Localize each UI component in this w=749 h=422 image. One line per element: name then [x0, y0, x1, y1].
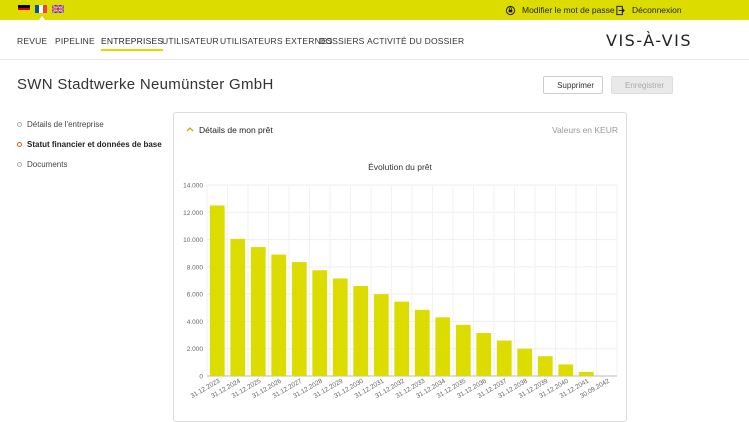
chart-bar	[271, 255, 286, 376]
password-reset-icon	[505, 5, 516, 16]
y-tick-label: 0	[199, 374, 203, 381]
chart-bar	[497, 341, 512, 376]
sidebar-item-documents[interactable]: Documents	[17, 154, 167, 174]
chart-bar	[476, 333, 491, 376]
logout-icon	[615, 5, 626, 16]
save-label: Enregistrer	[625, 81, 664, 90]
french-flag-icon[interactable]	[35, 5, 47, 13]
delete-button[interactable]: Supprimer	[543, 76, 603, 94]
y-tick-label: 12.000	[183, 210, 203, 217]
bullet-icon	[17, 122, 22, 127]
chart-bar	[415, 310, 430, 376]
chart-bar	[333, 278, 348, 376]
nav-item-dossiers[interactable]: DOSSIERS	[319, 36, 365, 46]
english-flag-icon[interactable]	[52, 5, 64, 13]
nav-item-utilisateurs-externes[interactable]: UTILISATEURS EXTERNES	[220, 36, 333, 46]
change-password-label: Modifier le mot de passe	[522, 5, 615, 15]
nav-item-activite-du-dossier[interactable]: ACTIVITÉ DU DOSSIER	[367, 36, 464, 46]
loan-details-panel: Détails de mon prêt Valeurs en KEUR Évol…	[173, 112, 627, 422]
chart-title: Évolution du prêt	[174, 162, 626, 172]
change-password-link[interactable]: Modifier le mot de passe	[505, 4, 615, 16]
chart-bar	[517, 349, 532, 376]
panel-title: Détails de mon prêt	[199, 125, 273, 135]
chart-bar	[353, 286, 368, 376]
chart-bar	[538, 356, 553, 376]
bullet-icon	[17, 162, 22, 167]
sidebar-item-label: Documents	[27, 160, 67, 169]
y-tick-label: 2.000	[187, 346, 204, 353]
chart-bar	[251, 247, 266, 376]
chart-bar	[558, 364, 573, 376]
panel-header[interactable]: Détails de mon prêt Valeurs en KEUR	[174, 113, 626, 147]
page-title: SWN Stadtwerke Neumünster GmbH	[17, 76, 274, 93]
chart-bar	[456, 325, 471, 376]
chart-bar	[435, 317, 450, 376]
loan-evolution-chart: 02.0004.0006.0008.00010.00012.00014.0003…	[174, 173, 626, 421]
german-flag-icon[interactable]	[18, 5, 30, 13]
bullet-icon	[17, 142, 22, 147]
nav-item-pipeline[interactable]: PIPELINE	[55, 36, 95, 46]
nav-item-revue[interactable]: REVUE	[17, 36, 47, 46]
sidebar-item-company-details[interactable]: Détails de l'entreprise	[17, 114, 167, 134]
panel-unit-label: Valeurs en KEUR	[552, 125, 618, 135]
sidebar-item-financial-status[interactable]: Statut financier et données de base	[17, 134, 167, 154]
save-button[interactable]: Enregistrer	[611, 76, 673, 94]
logout-link[interactable]: Déconnexion	[615, 4, 682, 16]
top-bar: Modifier le mot de passe Déconnexion	[0, 0, 749, 20]
nav-item-entreprises[interactable]: ENTREPRISES	[101, 36, 163, 46]
y-tick-label: 8.000	[187, 264, 204, 271]
y-tick-label: 4.000	[187, 319, 204, 326]
sidebar-item-label: Détails de l'entreprise	[27, 120, 104, 129]
chart-bar	[579, 372, 594, 376]
sidebar-item-label: Statut financier et données de base	[27, 140, 162, 149]
chevron-up-icon[interactable]	[186, 126, 194, 132]
chart-bar	[394, 302, 409, 376]
y-tick-label: 10.000	[183, 237, 203, 244]
chart-bar	[292, 262, 307, 376]
nav-item-utilisateur[interactable]: UTILISATEUR	[162, 36, 219, 46]
chart-bar	[230, 239, 245, 376]
sidebar: Détails de l'entreprise Statut financier…	[17, 114, 167, 174]
chart-bar	[210, 205, 225, 376]
chart-bar	[312, 270, 327, 376]
vis-a-vis-logo[interactable]: VIS-À-VIS	[606, 31, 692, 50]
chart-bar	[374, 294, 389, 376]
logout-label: Déconnexion	[632, 5, 682, 15]
delete-label: Supprimer	[557, 81, 594, 90]
y-tick-label: 6.000	[187, 292, 204, 299]
y-tick-label: 14.000	[183, 183, 203, 190]
